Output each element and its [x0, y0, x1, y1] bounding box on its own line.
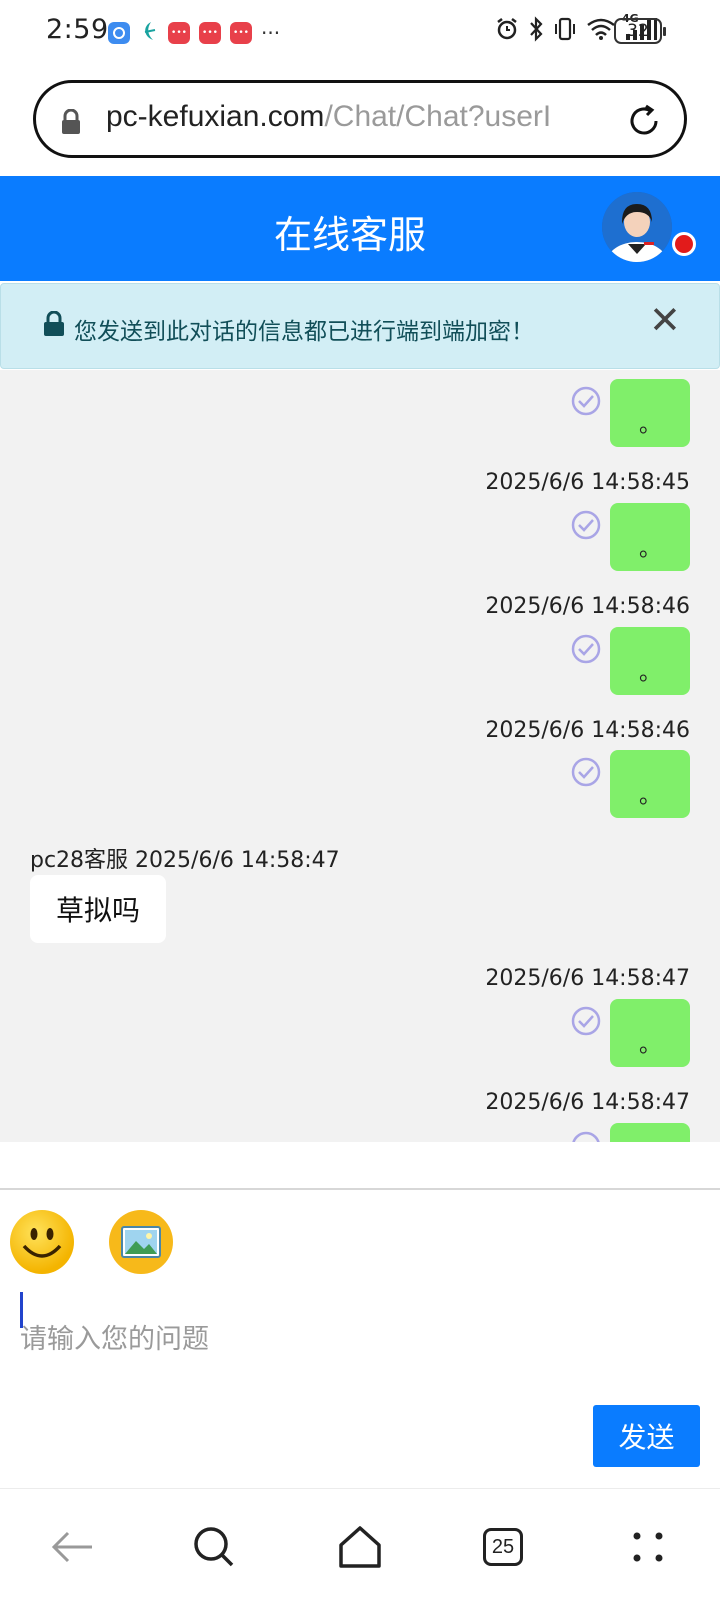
url-text[interactable]: pc-kefuxian.com/Chat/Chat?userI: [106, 100, 626, 134]
incoming-message-bubble[interactable]: 草拟吗: [30, 875, 167, 943]
url-path: /Chat/Chat?userI: [324, 100, 552, 133]
agent-name-timestamp: pc28客服 2025/6/6 14:58:47: [30, 848, 340, 873]
read-check-icon: [570, 509, 602, 545]
lock-icon: [43, 310, 65, 341]
lock-icon: [60, 108, 82, 139]
app-notification-icon: •••: [168, 22, 190, 44]
back-button[interactable]: [44, 1519, 100, 1575]
outgoing-message-bubble[interactable]: 。: [610, 503, 690, 571]
wifi-icon: [586, 17, 616, 45]
browser-nav-bar: 25: [0, 1488, 720, 1600]
address-bar[interactable]: pc-kefuxian.com/Chat/Chat?userI: [33, 80, 687, 158]
tabs-button[interactable]: 25: [475, 1519, 531, 1575]
message-timestamp: 2025/6/6 14:58:47: [485, 966, 690, 991]
notification-icons: ••• ••• ••• ···: [108, 20, 280, 46]
app-notification-icon: •••: [230, 22, 252, 44]
chat-messages[interactable]: 。 2025/6/6 14:58:45 。 2025/6/6 14:58:46 …: [0, 370, 720, 1142]
message-timestamp: 2025/6/6 14:58:46: [485, 718, 690, 743]
picture-icon: [121, 1226, 161, 1258]
search-icon: [194, 1527, 234, 1567]
back-arrow-icon: [51, 1531, 92, 1563]
alarm-icon: [494, 16, 520, 46]
smiley-icon: [22, 1228, 62, 1258]
battery-indicator: 32: [614, 18, 666, 44]
outgoing-message-bubble[interactable]: [610, 1123, 690, 1142]
agent-avatar[interactable]: [602, 192, 672, 262]
message-timestamp: 2025/6/6 14:58:47: [485, 1090, 690, 1115]
page-title: 在线客服: [273, 213, 426, 257]
encryption-notice: 您发送到此对话的信息都已进行端到端加密！ ✕: [0, 283, 720, 369]
outgoing-message-bubble[interactable]: 。: [610, 379, 690, 447]
notice-text: 您发送到此对话的信息都已进行端到端加密！: [74, 319, 534, 345]
more-menu-icon: [633, 1532, 663, 1562]
emoji-button[interactable]: [10, 1210, 74, 1274]
image-upload-button[interactable]: [109, 1210, 173, 1274]
home-button[interactable]: [332, 1519, 388, 1575]
read-check-icon: [570, 633, 602, 669]
home-icon: [339, 1526, 381, 1568]
status-time: 2:59: [46, 14, 109, 45]
vibrate-icon: [552, 16, 578, 46]
status-bar: 2:59 ••• ••• ••• ··· 4G 32: [0, 0, 720, 64]
chat-header: 在线客服: [0, 176, 720, 281]
outgoing-message-bubble[interactable]: 。: [610, 627, 690, 695]
close-notice-button[interactable]: ✕: [649, 298, 681, 342]
outgoing-message-bubble[interactable]: 。: [610, 750, 690, 818]
composer-divider: [0, 1188, 720, 1190]
app-notification-icon: [139, 20, 159, 46]
reload-icon[interactable]: [624, 101, 664, 145]
url-domain: pc-kefuxian.com: [106, 100, 325, 133]
read-check-icon: [570, 385, 602, 421]
online-status-dot: [672, 232, 696, 256]
message-timestamp: 2025/6/6 14:58:46: [485, 594, 690, 619]
read-check-icon: [570, 756, 602, 792]
read-check-icon: [570, 1130, 602, 1142]
message-timestamp: 2025/6/6 14:58:45: [485, 470, 690, 495]
tab-count: 25: [483, 1528, 523, 1566]
app-notification-icon: [108, 22, 130, 44]
search-button[interactable]: [186, 1519, 242, 1575]
outgoing-message-bubble[interactable]: 。: [610, 999, 690, 1067]
app-notification-icon: •••: [199, 22, 221, 44]
more-notifications-icon: ···: [261, 21, 281, 45]
send-button[interactable]: 发送: [593, 1405, 700, 1467]
read-check-icon: [570, 1005, 602, 1041]
message-input[interactable]: [20, 1294, 700, 1384]
bluetooth-icon: [528, 16, 544, 46]
menu-button[interactable]: [620, 1519, 676, 1575]
